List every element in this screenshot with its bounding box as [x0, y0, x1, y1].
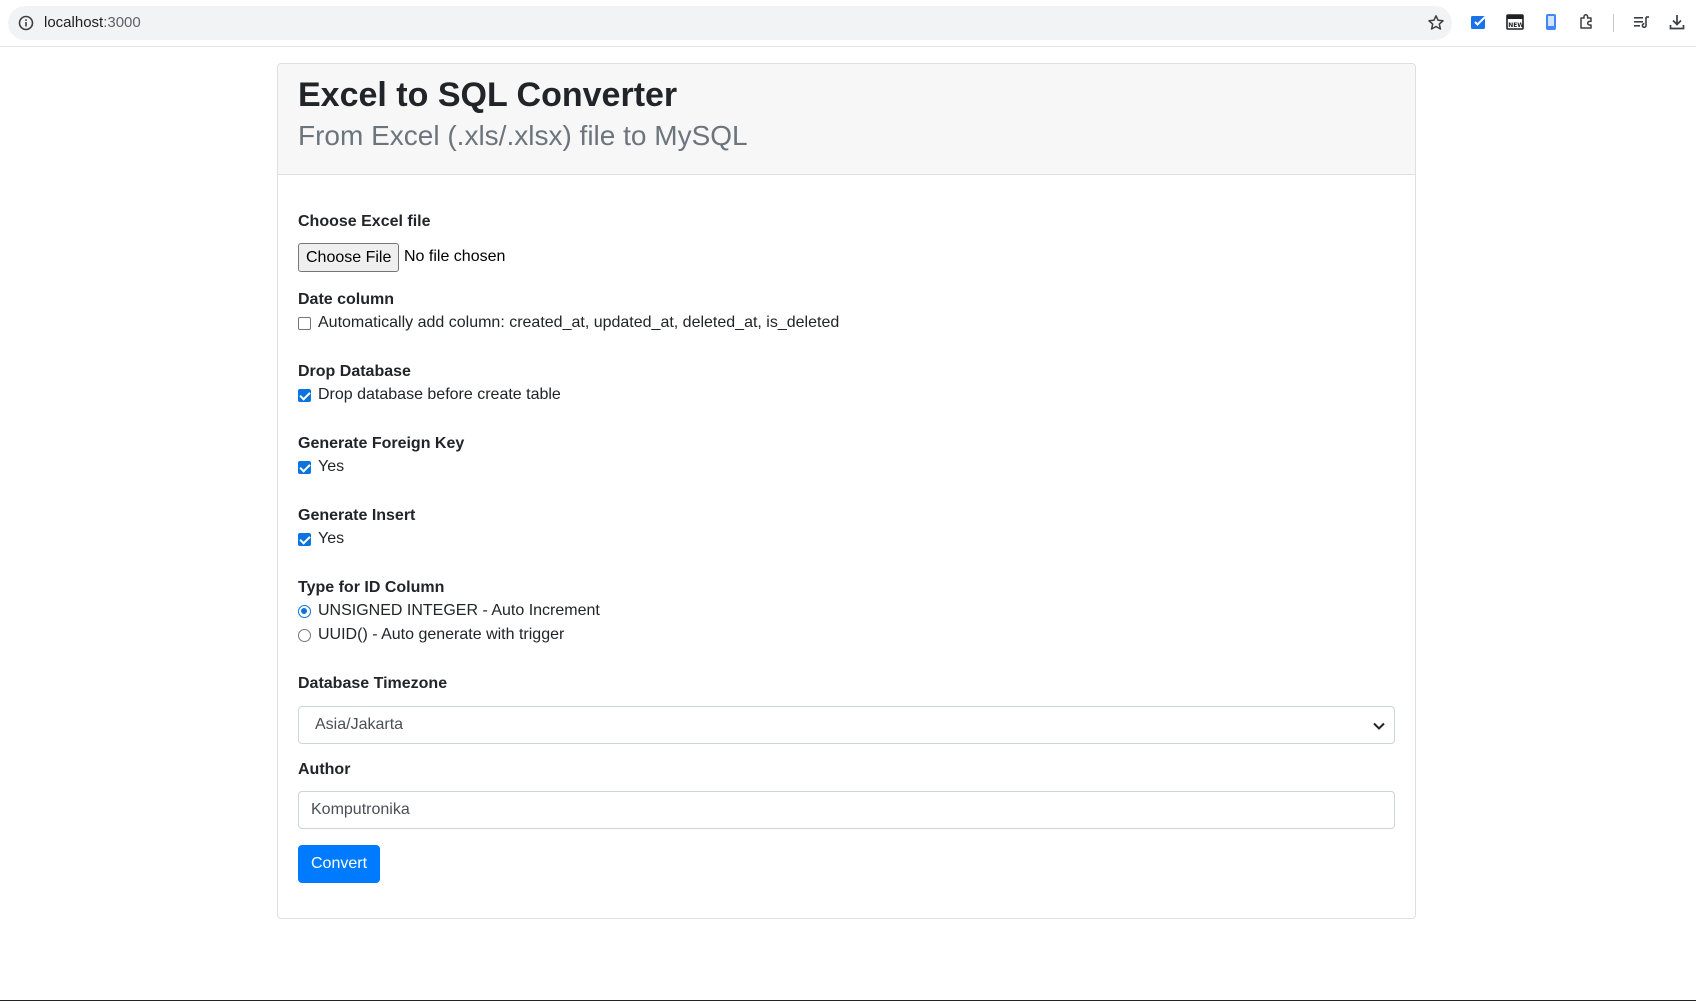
- card-header: Excel to SQL Converter From Excel (.xls/…: [278, 64, 1415, 175]
- drop-database-checkbox[interactable]: [298, 388, 311, 402]
- url-port: :3000: [103, 14, 141, 31]
- url-host: localhost: [44, 14, 104, 31]
- date-column-checkbox[interactable]: [298, 316, 311, 330]
- insert-checkbox[interactable]: [298, 532, 311, 546]
- foreign-key-label: Generate Foreign Key: [298, 435, 465, 452]
- extensions-puzzle-icon[interactable]: [1577, 12, 1597, 32]
- date-column-option-label: Automatically add column: created_at, up…: [318, 314, 840, 331]
- id-type-radio-uuid[interactable]: [298, 628, 311, 642]
- insert-option[interactable]: Yes: [298, 530, 344, 548]
- file-status: No file chosen: [404, 248, 506, 265]
- id-type-radio-unsigned[interactable]: [298, 604, 311, 618]
- converter-card: Excel to SQL Converter From Excel (.xls/…: [277, 63, 1416, 919]
- timezone-label: Database Timezone: [298, 675, 448, 692]
- page-title: Excel to SQL Converter: [298, 76, 678, 114]
- id-type-option-uuid[interactable]: UUID() - Auto generate with trigger: [298, 626, 564, 644]
- author-label: Author: [298, 761, 351, 778]
- timezone-value: Asia/Jakarta: [315, 716, 404, 733]
- foreign-key-option[interactable]: Yes: [298, 458, 344, 476]
- file-label: Choose Excel file: [298, 213, 431, 230]
- drop-database-option[interactable]: Drop database before create table: [298, 386, 561, 404]
- date-column-option[interactable]: Automatically add column: created_at, up…: [298, 314, 839, 332]
- author-value: Komputronika: [311, 801, 410, 818]
- choose-file-button[interactable]: Choose File: [298, 243, 400, 272]
- id-type-option-label: UNSIGNED INTEGER - Auto Increment: [318, 602, 600, 619]
- extension-phone-icon[interactable]: [1541, 12, 1561, 32]
- foreign-key-option-label: Yes: [318, 458, 345, 475]
- svg-text:NEW: NEW: [1508, 22, 1524, 29]
- chevron-down-icon: [1373, 722, 1385, 730]
- browser-toolbar: localhost:3000 NEW: [0, 0, 1696, 47]
- convert-button[interactable]: Convert: [298, 845, 381, 883]
- info-icon[interactable]: [17, 14, 35, 32]
- reading-list-icon[interactable]: [1632, 12, 1652, 32]
- bookmark-star-icon[interactable]: [1427, 14, 1445, 32]
- timezone-select[interactable]: Asia/Jakarta: [298, 706, 1395, 744]
- date-column-label: Date column: [298, 291, 395, 308]
- author-input[interactable]: Komputronika: [298, 791, 1395, 829]
- url-text[interactable]: localhost:3000: [44, 14, 141, 32]
- drop-database-option-label: Drop database before create table: [318, 386, 561, 403]
- insert-label: Generate Insert: [298, 507, 416, 524]
- insert-option-label: Yes: [318, 530, 345, 547]
- address-bar[interactable]: localhost:3000: [8, 6, 1452, 40]
- id-type-option-label: UUID() - Auto generate with trigger: [318, 626, 565, 643]
- extension-news-icon[interactable]: NEW: [1505, 12, 1525, 32]
- drop-database-label: Drop Database: [298, 363, 411, 380]
- id-type-option-unsigned[interactable]: UNSIGNED INTEGER - Auto Increment: [298, 602, 600, 620]
- id-type-label: Type for ID Column: [298, 579, 445, 596]
- download-icon[interactable]: [1667, 12, 1687, 32]
- extension-todo-icon[interactable]: [1469, 12, 1489, 32]
- page-subtitle: From Excel (.xls/.xlsx) file to MySQL: [298, 120, 748, 151]
- toolbar-separator: [1613, 14, 1614, 32]
- foreign-key-checkbox[interactable]: [298, 460, 311, 474]
